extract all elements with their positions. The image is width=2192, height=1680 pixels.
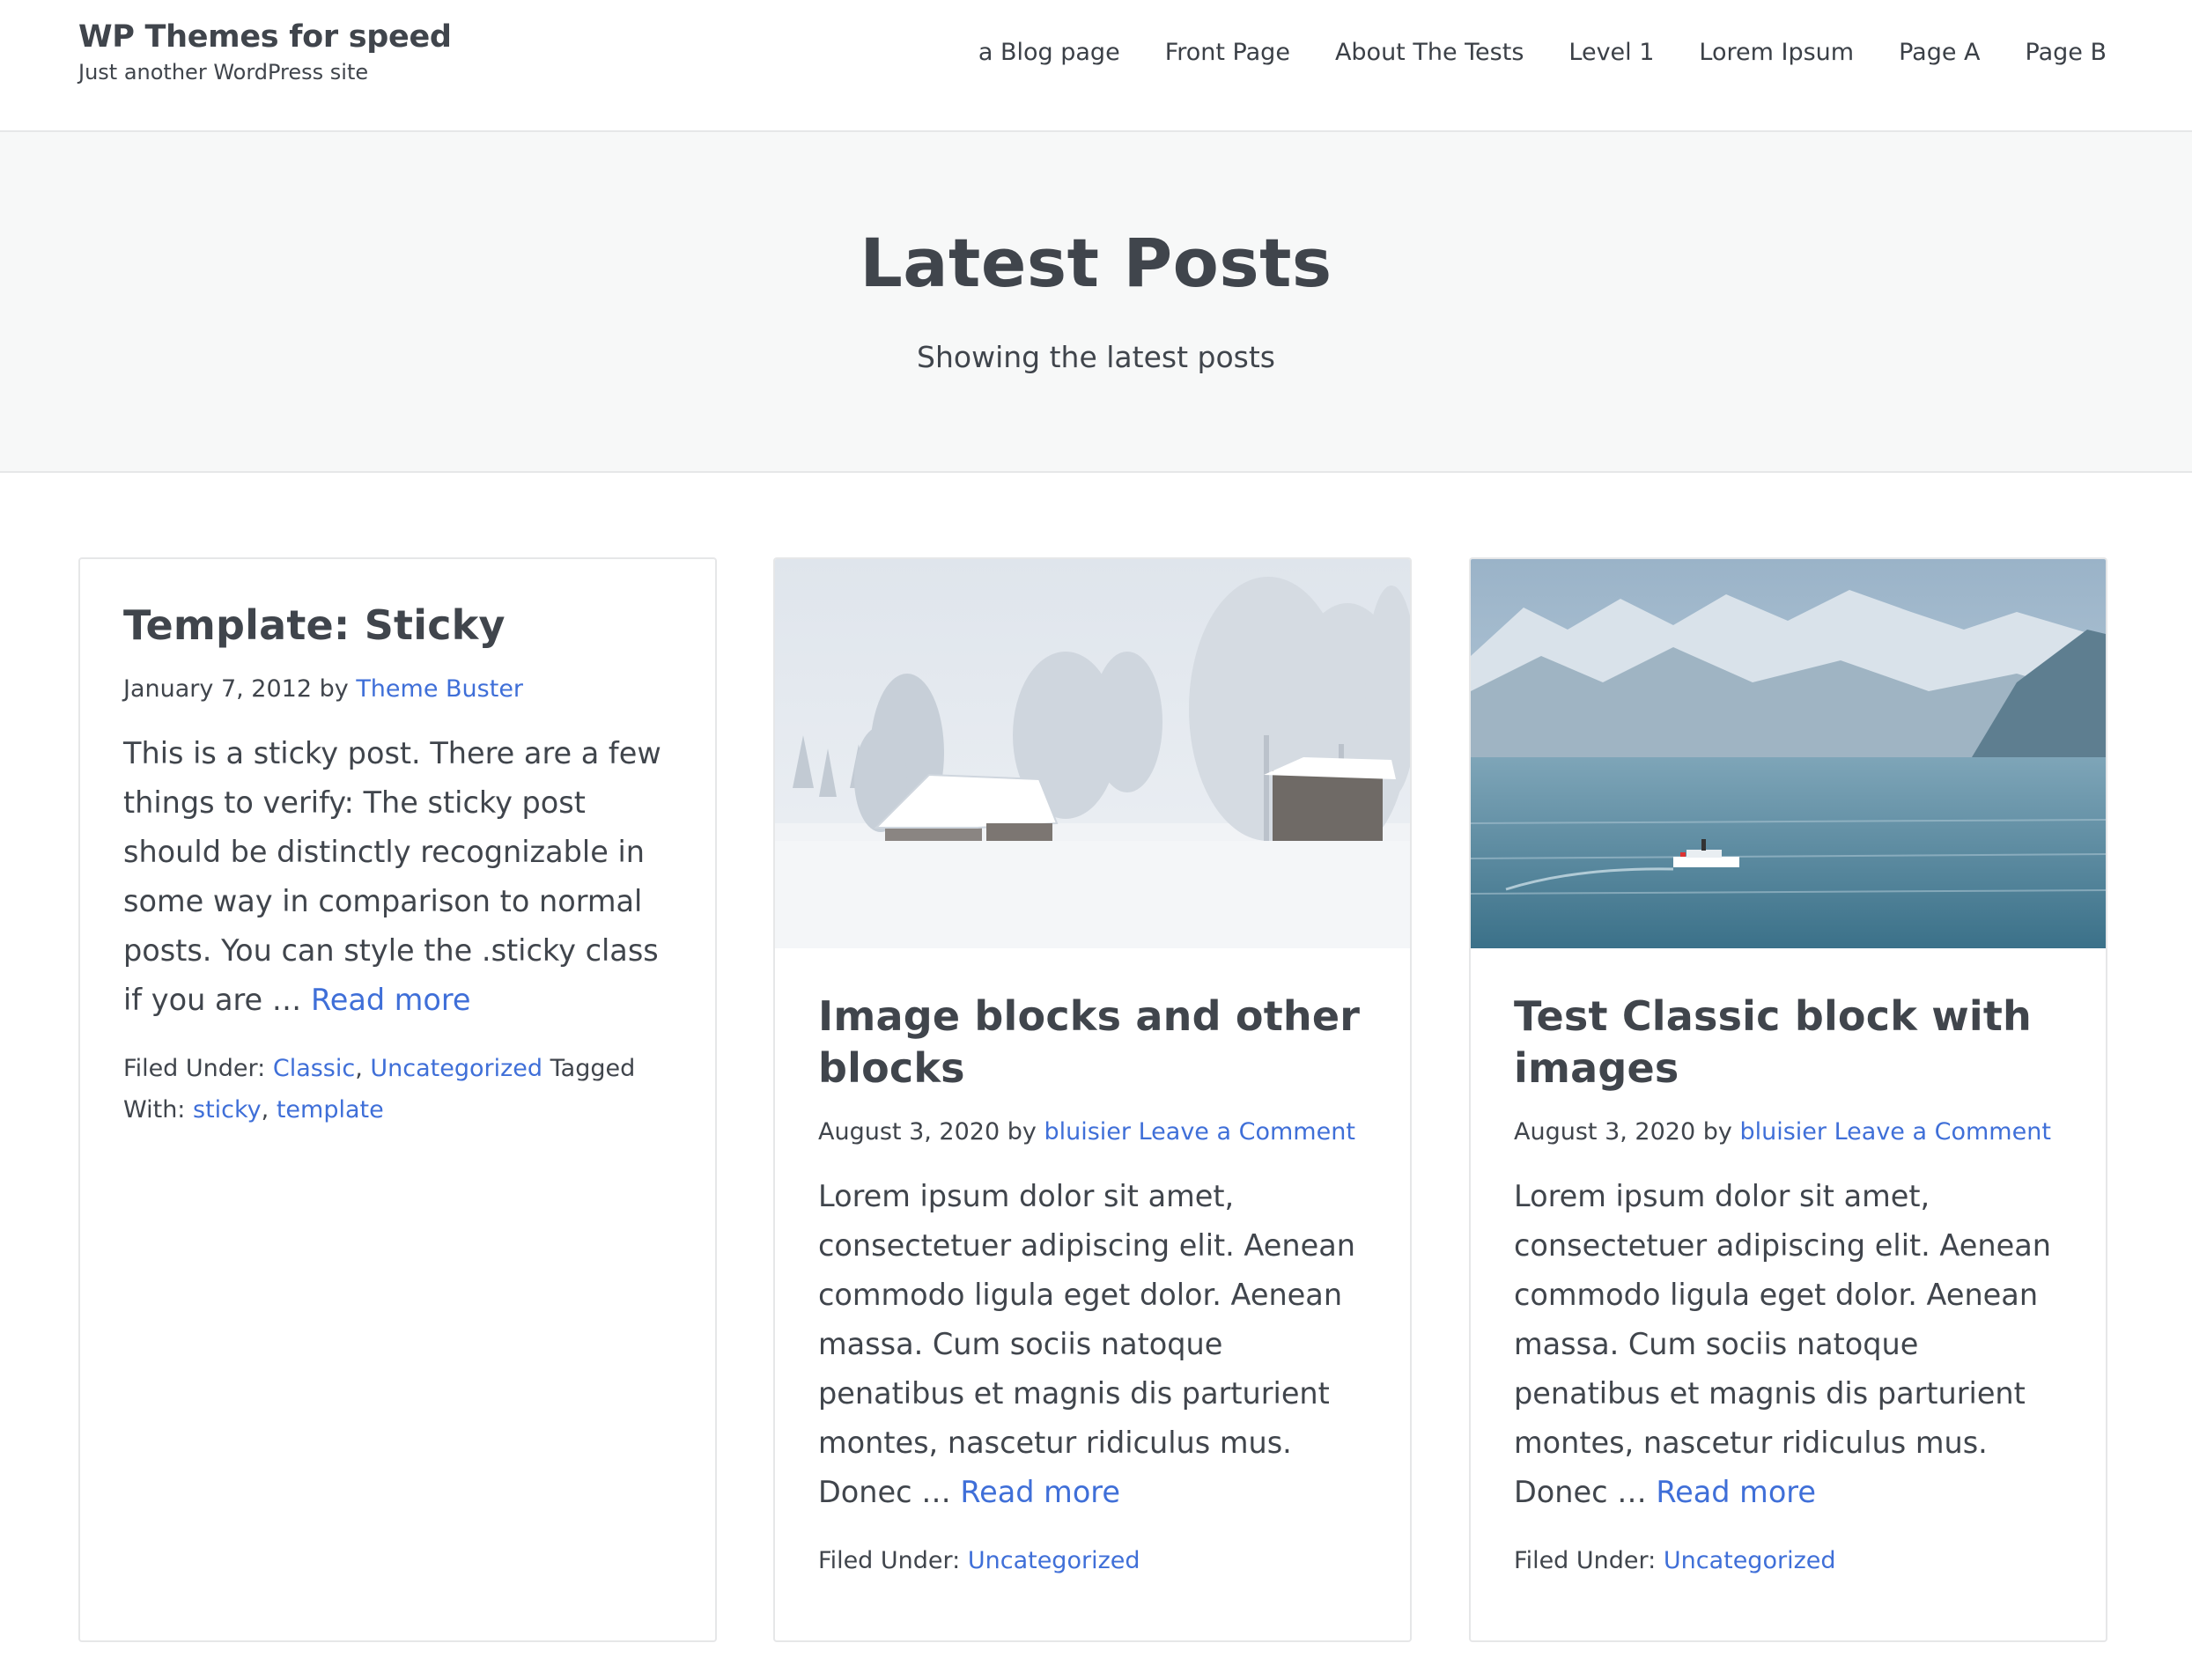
post-author-link[interactable]: Theme Buster — [356, 675, 523, 703]
mountain-lake-image — [1471, 559, 2106, 948]
tag-link-sticky[interactable]: sticky — [193, 1096, 262, 1124]
post-meta: August 3, 2020 by bluisier Leave a Comme… — [818, 1116, 1369, 1149]
primary-nav: a Blog page Front Page About The Tests L… — [978, 39, 2107, 66]
post-meta: January 7, 2012 by Theme Buster — [123, 673, 675, 706]
post-footer: Filed Under: Uncategorized — [818, 1540, 1369, 1581]
site-tagline: Just another WordPress site — [78, 60, 369, 85]
nav-item-blog-page[interactable]: a Blog page — [978, 39, 1120, 66]
post-footer: Filed Under: Uncategorized — [1514, 1540, 2065, 1581]
filed-under-label: Filed Under: — [123, 1055, 266, 1082]
post-date: August 3, 2020 — [818, 1118, 1000, 1146]
category-link-uncategorized[interactable]: Uncategorized — [1664, 1547, 1836, 1574]
post-meta: August 3, 2020 by bluisier Leave a Comme… — [1514, 1116, 2065, 1149]
read-more-link[interactable]: Read more — [311, 983, 471, 1017]
post-author-link[interactable]: bluisier — [1044, 1118, 1131, 1146]
post-card: Template: Sticky January 7, 2012 by Them… — [78, 557, 717, 1642]
hero-banner: Latest Posts Showing the latest posts — [0, 132, 2192, 473]
post-title[interactable]: Test Classic block with images — [1514, 991, 2065, 1094]
read-more-link[interactable]: Read more — [1656, 1475, 1816, 1509]
post-card-body: Test Classic block with images August 3,… — [1514, 991, 2065, 1581]
post-excerpt-text: Lorem ipsum dolor sit amet, consectetuer… — [1514, 1179, 2051, 1509]
post-title[interactable]: Image blocks and other blocks — [818, 991, 1369, 1094]
category-link-classic[interactable]: Classic — [273, 1055, 355, 1082]
post-featured-image-snowy-cabin[interactable] — [775, 559, 1410, 948]
leave-comment-link[interactable]: Leave a Comment — [1834, 1118, 2051, 1146]
post-excerpt: Lorem ipsum dolor sit amet, consectetuer… — [818, 1172, 1369, 1517]
nav-item-page-b[interactable]: Page B — [2026, 39, 2107, 66]
post-by: by — [1007, 1118, 1037, 1146]
page-subtitle: Showing the latest posts — [917, 340, 1275, 374]
post-by: by — [1702, 1118, 1732, 1146]
read-more-link[interactable]: Read more — [960, 1475, 1120, 1509]
nav-item-level-1[interactable]: Level 1 — [1568, 39, 1654, 66]
post-card-body: Template: Sticky January 7, 2012 by Them… — [123, 600, 675, 1131]
post-date: August 3, 2020 — [1514, 1118, 1696, 1146]
site-header: WP Themes for speed Just another WordPre… — [0, 0, 2192, 132]
nav-item-front-page[interactable]: Front Page — [1165, 39, 1290, 66]
category-link-uncategorized[interactable]: Uncategorized — [968, 1547, 1140, 1574]
post-excerpt: This is a sticky post. There are a few t… — [123, 729, 675, 1025]
post-featured-image-mountain-lake[interactable] — [1471, 559, 2106, 948]
tag-link-template[interactable]: template — [277, 1096, 384, 1124]
post-excerpt: Lorem ipsum dolor sit amet, consectetuer… — [1514, 1172, 2065, 1517]
post-excerpt-text: This is a sticky post. There are a few t… — [123, 736, 661, 1017]
category-link-uncategorized[interactable]: Uncategorized — [370, 1055, 542, 1082]
filed-under-label: Filed Under: — [1514, 1547, 1657, 1574]
site-title[interactable]: WP Themes for speed — [78, 19, 452, 55]
nav-item-lorem-ipsum[interactable]: Lorem Ipsum — [1699, 39, 1854, 66]
post-card: Image blocks and other blocks August 3, … — [773, 557, 1412, 1642]
post-footer: Filed Under: Classic, Uncategorized Tagg… — [123, 1055, 636, 1124]
nav-item-about-the-tests[interactable]: About The Tests — [1335, 39, 1524, 66]
page-title: Latest Posts — [860, 224, 1332, 302]
nav-item-page-a[interactable]: Page A — [1899, 39, 1980, 66]
filed-under-label: Filed Under: — [818, 1547, 961, 1574]
post-date: January 7, 2012 — [123, 675, 312, 703]
post-card: Test Classic block with images August 3,… — [1469, 557, 2107, 1642]
leave-comment-link[interactable]: Leave a Comment — [1139, 1118, 1355, 1146]
post-author-link[interactable]: bluisier — [1739, 1118, 1827, 1146]
post-excerpt-text: Lorem ipsum dolor sit amet, consectetuer… — [818, 1179, 1355, 1509]
post-by: by — [319, 675, 349, 703]
post-title[interactable]: Template: Sticky — [123, 600, 675, 652]
post-card-body: Image blocks and other blocks August 3, … — [818, 991, 1369, 1581]
snowy-cabin-image — [775, 559, 1410, 948]
